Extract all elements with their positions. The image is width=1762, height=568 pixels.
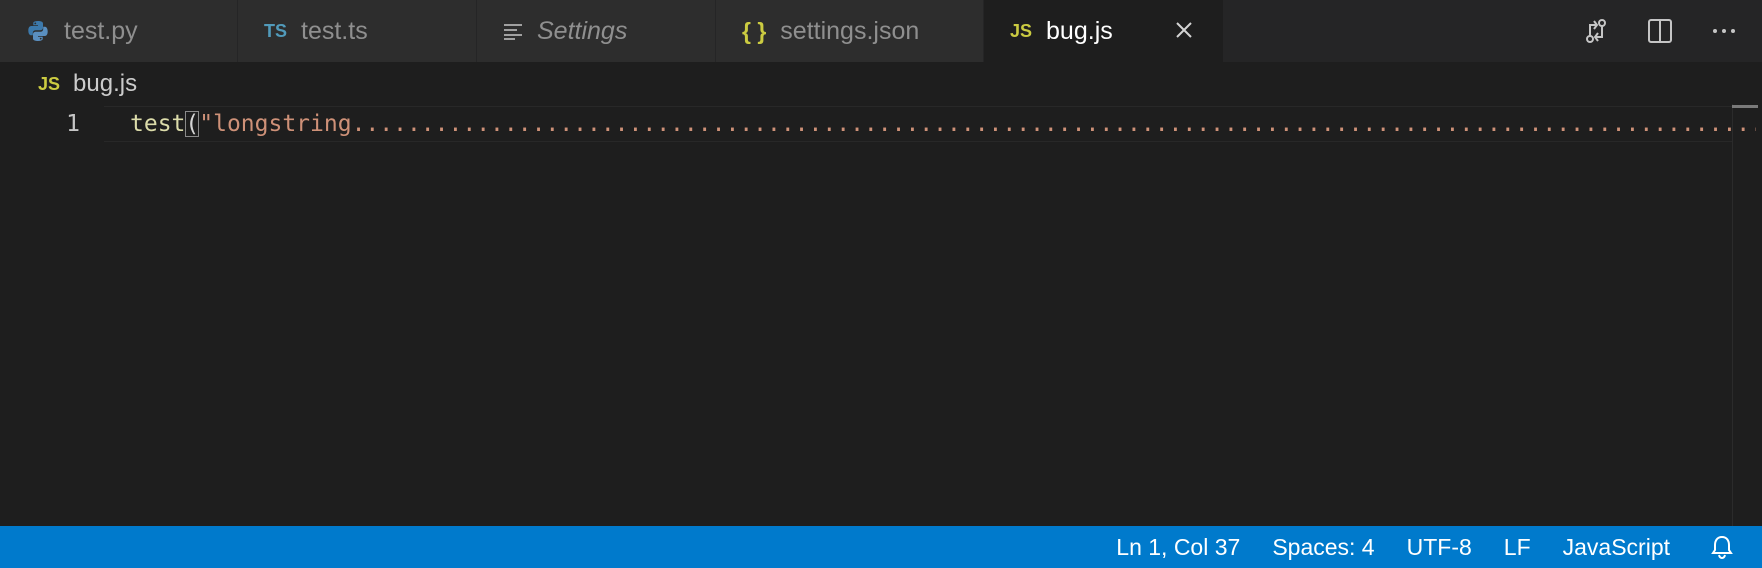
javascript-icon: JS (1010, 20, 1033, 41)
breadcrumb: JS bug.js (38, 68, 137, 100)
status-encoding[interactable]: UTF-8 (1391, 526, 1488, 568)
status-bar: Ln 1, Col 37 Spaces: 4 UTF-8 LF JavaScri… (0, 526, 1762, 568)
scrollbar-cursor-marker (1732, 105, 1758, 108)
tab-settings-json[interactable]: { } settings.json (716, 0, 984, 62)
split-editor-icon[interactable] (1628, 0, 1692, 62)
function-token: test (130, 111, 186, 137)
breadcrumb-file[interactable]: bug.js (73, 70, 137, 98)
json-icon: { } (742, 17, 767, 44)
line-number: 1 (66, 111, 80, 137)
javascript-icon: JS (38, 73, 61, 94)
status-indentation[interactable]: Spaces: 4 (1256, 526, 1390, 568)
open-changes-icon[interactable] (1564, 0, 1628, 62)
editor-actions (1564, 0, 1762, 62)
status-cursor-position[interactable]: Ln 1, Col 37 (1100, 526, 1256, 568)
string-token: "longstring.............................… (199, 111, 1756, 137)
tab-test-py[interactable]: test.py (0, 0, 238, 62)
typescript-icon: TS (264, 20, 288, 41)
status-language[interactable]: JavaScript (1547, 526, 1686, 568)
bracket-token: ( (185, 111, 200, 137)
tab-label: settings.json (780, 16, 920, 45)
code-line[interactable]: test("longstring........................… (130, 108, 1756, 140)
more-actions-icon[interactable] (1692, 0, 1756, 62)
settings-list-icon (503, 22, 523, 40)
tab-label: test.py (64, 16, 138, 45)
tab-label: Settings (537, 16, 628, 45)
tab-label: bug.js (1046, 16, 1113, 45)
tab-test-ts[interactable]: TS test.ts (238, 0, 477, 62)
tab-bug-js[interactable]: JS bug.js (984, 0, 1224, 62)
tab-settings[interactable]: Settings (477, 0, 716, 62)
python-icon (26, 19, 50, 43)
status-eol[interactable]: LF (1488, 526, 1547, 568)
close-icon[interactable] (1169, 15, 1199, 45)
tab-label: test.ts (301, 16, 368, 45)
code-editor[interactable]: 1 test("longstring......................… (0, 104, 1762, 526)
vertical-scrollbar[interactable] (1732, 104, 1762, 526)
editor-tab-bar: test.py TS test.ts Settings { } settings… (0, 0, 1762, 62)
notifications-bell-icon[interactable] (1686, 526, 1762, 568)
